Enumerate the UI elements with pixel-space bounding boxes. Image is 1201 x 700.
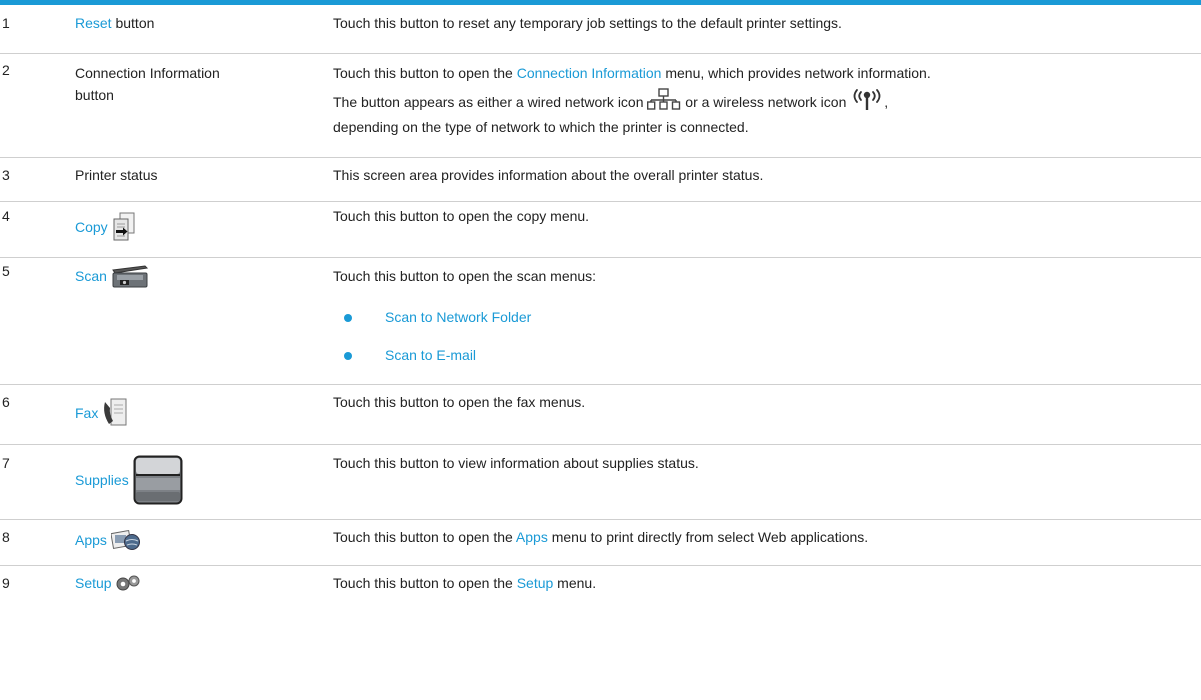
reset-link[interactable]: Reset (75, 15, 112, 31)
desc-text: Touch this button to open the (333, 64, 517, 81)
row-number: 8 (2, 528, 10, 545)
description: Touch this button to open the scan menus… (333, 257, 1201, 384)
apps-menu-link[interactable]: Apps (516, 529, 548, 545)
description: Touch this button to open the Connection… (333, 53, 1201, 157)
item-cell: Fax (75, 384, 333, 444)
item-label: Printer status (75, 166, 158, 183)
row-number: 1 (2, 15, 10, 31)
table-row: 2 Connection Information button Touch th… (0, 53, 1201, 157)
item-cell: Scan (75, 257, 333, 384)
desc-text: menu to print directly from select Web a… (547, 528, 869, 545)
desc-text: Touch this button to open the (333, 528, 516, 545)
row-number: 7 (2, 454, 10, 471)
item-suffix: button (111, 15, 155, 31)
row-number: 2 (2, 61, 10, 78)
description: Touch this button to open the fax menus. (333, 393, 586, 410)
copy-link[interactable]: Copy (75, 219, 108, 235)
table-row: 1 Reset button Touch this button to rese… (0, 5, 1201, 53)
fax-icon[interactable] (102, 397, 128, 432)
desc-text: Touch this button to open the (333, 574, 517, 591)
description: Touch this button to open the copy menu. (333, 207, 590, 224)
setup-icon[interactable] (115, 575, 141, 594)
table-row: 4 Copy Touch this button to open the cop… (0, 201, 1201, 257)
table-row: 5 Scan Touch this button to open the sca… (0, 257, 1201, 384)
row-number: 4 (2, 207, 10, 224)
description: Touch this button to open the Setup menu… (333, 565, 1201, 605)
description: Touch this button to open the Apps menu … (333, 519, 1201, 565)
bullet-icon (344, 313, 352, 322)
table-row: 7 Supplies Touch this button to view inf… (0, 444, 1201, 519)
desc-text: or a wireless network icon (685, 93, 847, 110)
item-label-line1: Connection Information (75, 64, 220, 81)
bullet-item: Scan to E-mail (333, 336, 1201, 374)
item-cell: Apps (75, 519, 333, 565)
fax-link[interactable]: Fax (75, 405, 98, 421)
connection-information-link[interactable]: Connection Information (517, 65, 662, 81)
item-label-line2: button (75, 86, 114, 103)
desc-text: menu, which provides network information… (661, 64, 931, 81)
item-cell: Setup (75, 565, 333, 605)
desc-line3: depending on the type of network to whic… (333, 118, 749, 135)
desc-text: menu. (553, 574, 597, 591)
table-row: 3 Printer status This screen area provid… (0, 157, 1201, 201)
copy-icon[interactable] (112, 212, 136, 245)
row-number: 5 (2, 262, 10, 279)
description: Touch this button to view information ab… (333, 454, 699, 471)
scan-icon[interactable] (111, 264, 149, 291)
desc-text: Touch this button to open the scan menus… (333, 267, 597, 284)
scan-link[interactable]: Scan (75, 268, 107, 284)
row-number: 6 (2, 393, 10, 410)
bullet-item: Scan to Network Folder (333, 298, 1201, 336)
row-number: 9 (2, 574, 10, 591)
scan-to-email-link[interactable]: Scan to E-mail (385, 347, 476, 363)
apps-link[interactable]: Apps (75, 532, 107, 548)
setup-menu-link[interactable]: Setup (517, 575, 554, 591)
table-row: 9 Setup Touch this button to open the Se… (0, 565, 1201, 605)
row-number: 3 (2, 166, 10, 183)
desc-text: , (884, 93, 889, 110)
item-cell: Reset button (75, 5, 333, 53)
item-cell: Copy (75, 201, 333, 257)
bullet-icon (344, 351, 352, 360)
desc-text: The button appears as either a wired net… (333, 93, 644, 110)
supplies-icon[interactable] (133, 455, 183, 508)
table-row: 8 Apps Touch this button to open the App… (0, 519, 1201, 565)
item-cell: Supplies (75, 444, 333, 519)
description: Touch this button to reset any temporary… (333, 15, 842, 31)
wireless-network-icon (850, 87, 884, 120)
item-cell: Connection Information button (75, 53, 333, 157)
supplies-link[interactable]: Supplies (75, 472, 129, 488)
table-row: 6 Fax Touch this button to open the fax … (0, 384, 1201, 444)
setup-link[interactable]: Setup (75, 575, 112, 591)
description: This screen area provides information ab… (333, 166, 764, 183)
scan-to-network-folder-link[interactable]: Scan to Network Folder (385, 309, 531, 325)
control-panel-table: 1 Reset button Touch this button to rese… (0, 5, 1201, 605)
apps-icon[interactable] (110, 529, 141, 554)
